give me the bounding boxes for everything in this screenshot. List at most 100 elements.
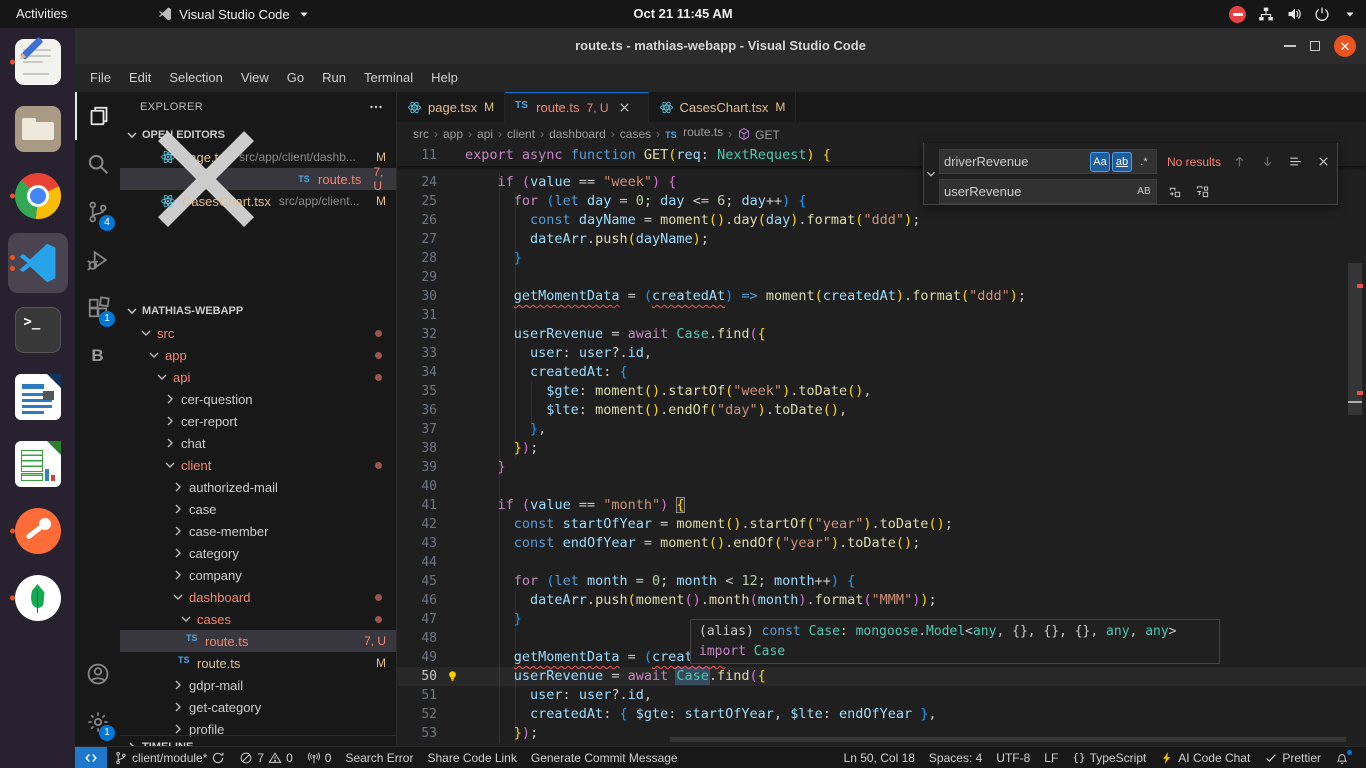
- code-text[interactable]: }: [465, 458, 506, 477]
- dock-postman[interactable]: [8, 501, 68, 561]
- line-number[interactable]: 24: [397, 173, 437, 192]
- activitybar-search[interactable]: [75, 140, 120, 188]
- dock-terminal[interactable]: [8, 300, 68, 360]
- tree-item-case-member[interactable]: case-member: [120, 520, 396, 542]
- status-search-error[interactable]: Search Error: [338, 747, 420, 768]
- tree-item-case[interactable]: case: [120, 498, 396, 520]
- close-button[interactable]: ✕: [1334, 35, 1356, 57]
- replace-button[interactable]: [1165, 182, 1185, 202]
- previous-match-button[interactable]: [1229, 152, 1249, 172]
- code-line-38[interactable]: 38 });: [397, 439, 1366, 458]
- code-line-36[interactable]: 36 $lte: moment().endOf("day").toDate(),: [397, 401, 1366, 420]
- find-in-selection-button[interactable]: [1285, 152, 1305, 172]
- lightbulb-icon[interactable]: [445, 669, 460, 684]
- breadcrumb-client[interactable]: client: [507, 127, 535, 141]
- menu-edit[interactable]: Edit: [120, 67, 160, 89]
- match-case-toggle[interactable]: Aa: [1090, 152, 1110, 172]
- status-cursor-position[interactable]: Ln 50, Col 18: [837, 747, 922, 768]
- status-remote[interactable]: [75, 747, 107, 768]
- tree-item-cases[interactable]: cases: [120, 608, 396, 630]
- toggle-replace-button[interactable]: [924, 143, 939, 204]
- activitybar-accounts[interactable]: [75, 650, 120, 698]
- code-text[interactable]: if (value == "month") {: [465, 496, 685, 515]
- status-notifications[interactable]: [1328, 747, 1356, 768]
- line-number[interactable]: 29: [397, 268, 437, 287]
- code-text[interactable]: userRevenue = await Case.find({: [465, 667, 766, 686]
- line-number[interactable]: 52: [397, 705, 437, 724]
- dock-vscode[interactable]: [8, 233, 68, 293]
- line-number[interactable]: 26: [397, 211, 437, 230]
- tree-item-get-category[interactable]: get-category: [120, 696, 396, 718]
- code-text[interactable]: createdAt: { $gte: startOfYear, $lte: en…: [465, 705, 937, 724]
- status-eol[interactable]: LF: [1037, 747, 1065, 768]
- code-text[interactable]: userRevenue = await Case.find({: [465, 325, 766, 344]
- system-tray[interactable]: [1229, 0, 1358, 28]
- menu-file[interactable]: File: [81, 67, 120, 89]
- code-line-27[interactable]: 27 dateArr.push(dayName);: [397, 230, 1366, 249]
- code-line-41[interactable]: 41 if (value == "month") {: [397, 496, 1366, 515]
- code-line-39[interactable]: 39 }: [397, 458, 1366, 477]
- code-text[interactable]: user: user?.id,: [465, 344, 652, 363]
- close-icon[interactable]: [617, 100, 632, 115]
- status-problems[interactable]: 70: [232, 747, 299, 768]
- tree-item-route.ts[interactable]: TSroute.tsM: [120, 652, 396, 674]
- tree-item-app[interactable]: app: [120, 344, 396, 366]
- app-menu[interactable]: Visual Studio Code: [157, 0, 311, 28]
- code-line-45[interactable]: 45 for (let month = 0; month < 12; month…: [397, 572, 1366, 591]
- line-number[interactable]: 37: [397, 420, 437, 439]
- tree-item-chat[interactable]: chat: [120, 432, 396, 454]
- replace-input[interactable]: [940, 184, 1134, 199]
- line-number[interactable]: 33: [397, 344, 437, 363]
- status-generate-commit-message[interactable]: Generate Commit Message: [524, 747, 685, 768]
- close-find-button[interactable]: [1313, 152, 1333, 172]
- status-share-code-link[interactable]: Share Code Link: [420, 747, 523, 768]
- code-line-43[interactable]: 43 const endOfYear = moment().endOf("yea…: [397, 534, 1366, 553]
- code-line-35[interactable]: 35 $gte: moment().startOf("week").toDate…: [397, 382, 1366, 401]
- line-number[interactable]: 41: [397, 496, 437, 515]
- breadcrumb-app[interactable]: app: [443, 127, 463, 141]
- status-indentation[interactable]: Spaces: 4: [922, 747, 989, 768]
- code-text[interactable]: $gte: moment().startOf("week").toDate(),: [465, 382, 872, 401]
- code-text[interactable]: dateArr.push(moment().month(month).forma…: [465, 591, 937, 610]
- tree-item-client[interactable]: client: [120, 454, 396, 476]
- code-line-51[interactable]: 51 user: user?.id,: [397, 686, 1366, 705]
- line-number[interactable]: 46: [397, 591, 437, 610]
- line-number[interactable]: 45: [397, 572, 437, 591]
- code-text[interactable]: const endOfYear = moment().endOf("year")…: [465, 534, 920, 553]
- menu-go[interactable]: Go: [278, 67, 313, 89]
- line-number[interactable]: 50: [397, 667, 437, 686]
- code-text[interactable]: if (value == "week") {: [465, 173, 676, 192]
- activitybar-source-control[interactable]: 4: [75, 188, 120, 236]
- tree-item-gdpr-mail[interactable]: gdpr-mail: [120, 674, 396, 696]
- dock-libreoffice-calc[interactable]: [8, 434, 68, 494]
- line-number[interactable]: 44: [397, 553, 437, 572]
- line-number[interactable]: 30: [397, 287, 437, 306]
- code-text[interactable]: dateArr.push(dayName);: [465, 230, 709, 249]
- dock-chrome[interactable]: [8, 166, 68, 226]
- code-text[interactable]: });: [465, 439, 538, 458]
- horizontal-scrollbar[interactable]: [670, 737, 1346, 742]
- menu-help[interactable]: Help: [422, 67, 467, 89]
- code-text[interactable]: createdAt: {: [465, 363, 628, 382]
- code-line-44[interactable]: 44: [397, 553, 1366, 572]
- menu-run[interactable]: Run: [313, 67, 355, 89]
- code-text[interactable]: getMomentData = (createdAt) => moment(cr…: [465, 287, 1026, 306]
- whole-word-toggle[interactable]: ab: [1112, 152, 1132, 172]
- next-match-button[interactable]: [1257, 152, 1277, 172]
- line-number[interactable]: 36: [397, 401, 437, 420]
- open-editor-CasesChart.tsx[interactable]: CasesChart.tsxsrc/app/client...M: [120, 190, 396, 212]
- breadcrumb-src[interactable]: src: [413, 127, 429, 141]
- code-line-37[interactable]: 37 },: [397, 420, 1366, 439]
- code-line-46[interactable]: 46 dateArr.push(moment().month(month).fo…: [397, 591, 1366, 610]
- dock-mongodb-compass[interactable]: [8, 568, 68, 628]
- dock-text-editor[interactable]: [8, 32, 68, 92]
- find-input[interactable]: [940, 154, 1090, 169]
- code-text[interactable]: }: [465, 610, 522, 629]
- code-text[interactable]: const dayName = moment().day(day).format…: [465, 211, 920, 230]
- tree-item-company[interactable]: company: [120, 564, 396, 586]
- code-line-26[interactable]: 26 const dayName = moment().day(day).for…: [397, 211, 1366, 230]
- activitybar-b-extension[interactable]: B: [75, 332, 120, 380]
- explorer-more-actions-icon[interactable]: [368, 99, 384, 115]
- tab-route.ts[interactable]: TSroute.ts7, U: [505, 92, 648, 122]
- code-line-31[interactable]: 31: [397, 306, 1366, 325]
